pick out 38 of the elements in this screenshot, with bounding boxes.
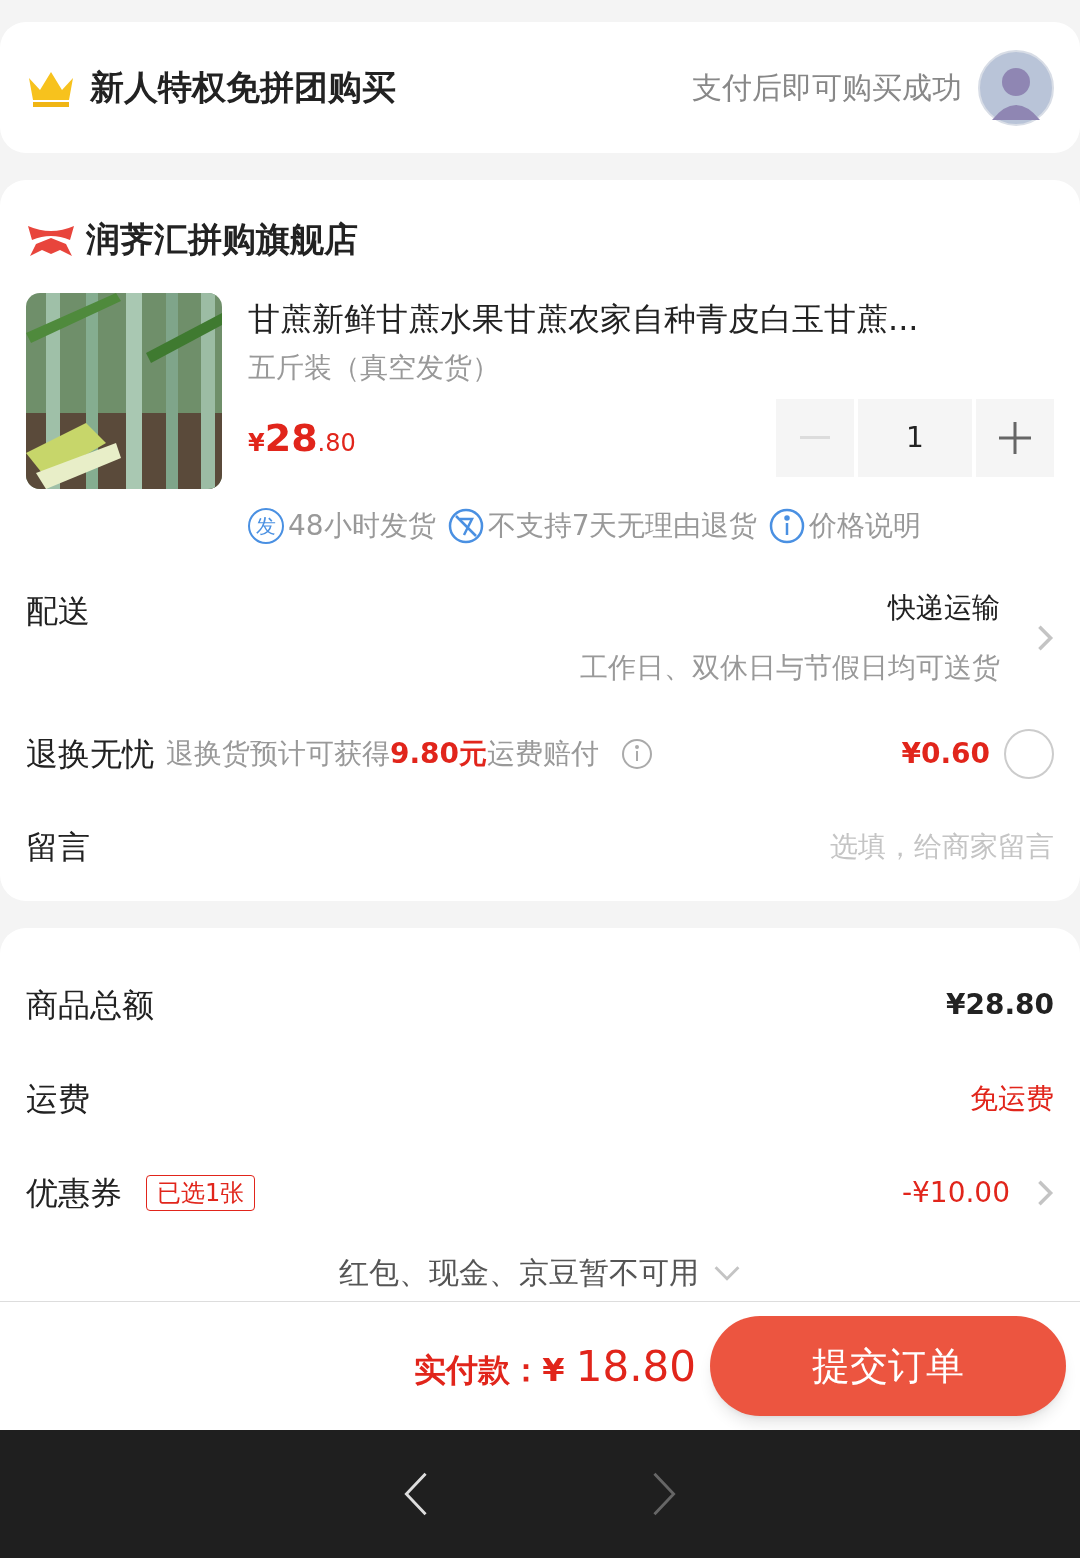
- message-field[interactable]: 选填，给商家留言: [654, 826, 1054, 868]
- info-icon: [769, 508, 806, 544]
- summary-label: 运费: [26, 1079, 90, 1120]
- service-tag: 价格说明: [809, 505, 922, 547]
- service-tag: 不支持7天无理由退货: [487, 505, 758, 547]
- return-price: ¥0.60: [901, 736, 990, 772]
- summary-value: ¥28.80: [945, 987, 1054, 1023]
- chevron-right-icon: [1036, 624, 1054, 652]
- summary-value: 免运费: [970, 1081, 1054, 1117]
- delivery-method[interactable]: 快递运输: [888, 587, 1000, 629]
- quantity-field[interactable]: 1: [858, 399, 972, 477]
- summary-value[interactable]: -¥10.00: [901, 1172, 1010, 1214]
- unavailable-note[interactable]: 红包、现金、京豆暂不可用: [339, 1250, 699, 1295]
- avatar[interactable]: [978, 49, 1054, 126]
- product-price: ¥28.80: [248, 414, 356, 462]
- product-title[interactable]: 甘蔗新鲜甘蔗水果甘蔗农家自种青皮白玉甘蔗...: [248, 295, 1054, 343]
- return-checkbox[interactable]: [1004, 729, 1054, 779]
- delivery-badge-icon: 发: [248, 508, 284, 544]
- summary-label: 商品总额: [26, 985, 154, 1026]
- delivery-note: 工作日、双休日与节假日均可送货: [580, 650, 1000, 686]
- chevron-down-icon: [713, 1264, 741, 1281]
- submit-order-button[interactable]: 提交订单: [710, 1316, 1066, 1416]
- no-return-icon: [447, 508, 484, 544]
- banner-title: 新人特权免拼团购买: [90, 66, 396, 109]
- service-tag: 48小时发货: [288, 505, 436, 547]
- info-icon[interactable]: [621, 738, 654, 770]
- summary-label: 优惠券: [26, 1173, 122, 1214]
- return-label: 退换无忧: [26, 734, 154, 775]
- increase-button[interactable]: [976, 399, 1054, 477]
- store-name[interactable]: 润荠汇拼购旗舰店: [86, 214, 358, 265]
- banner-note: 支付后即可购买成功: [692, 69, 962, 107]
- delivery-label: 配送: [26, 591, 90, 632]
- coupon-badge: 已选1张: [146, 1175, 256, 1211]
- message-label: 留言: [26, 827, 90, 868]
- return-description: 退换货预计可获得9.80元运费赔付: [166, 736, 600, 772]
- plus-icon: [999, 422, 1031, 454]
- product-spec: 五斤装（真空发货）: [248, 350, 501, 386]
- payment-total: 实付款：¥ 18.80: [414, 1340, 696, 1393]
